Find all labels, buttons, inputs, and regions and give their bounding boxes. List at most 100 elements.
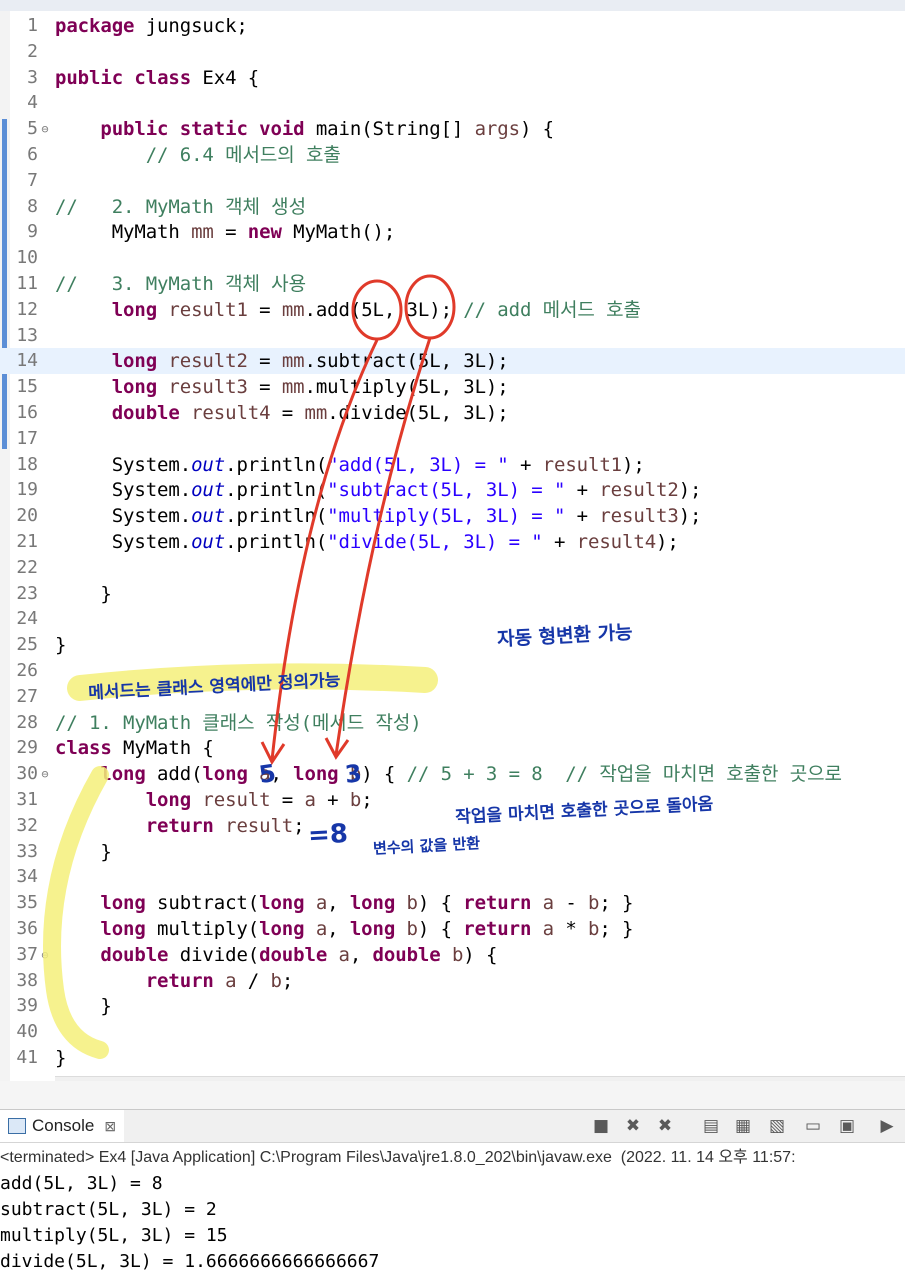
code-text: System.out.println("subtract(5L, 3L) = "…	[55, 477, 702, 503]
code-token: *	[553, 918, 589, 940]
code-line[interactable]: 11 // 3. MyMath 객체 사용	[0, 271, 905, 297]
code-line[interactable]: 36 long multiply(long a, long b) { retur…	[0, 916, 905, 942]
code-line[interactable]: 4	[0, 90, 905, 116]
line-number: 24	[16, 608, 38, 630]
code-line[interactable]: 18 System.out.println("add(5L, 3L) = " +…	[0, 452, 905, 478]
code-token: -	[553, 892, 589, 915]
close-icon[interactable]: ⊠	[104, 1118, 116, 1135]
fold-toggle-icon[interactable]: ⊖	[38, 761, 52, 787]
code-line[interactable]: 30 ⊖ long add(long a, long b) { // 5 + 3 …	[0, 761, 905, 787]
code-line[interactable]: 7	[0, 168, 905, 194]
word-wrap-icon[interactable]: ▧	[766, 1116, 788, 1136]
code-token: +	[508, 453, 543, 476]
line-number: 32	[16, 814, 38, 836]
code-line[interactable]: 16 double result4 = mm.divide(5L, 3L);	[0, 400, 905, 426]
code-line[interactable]: 8 // 2. MyMath 객체 생성	[0, 194, 905, 220]
code-line[interactable]: 37 ⊖ double divide(double a, double b) {	[0, 942, 905, 968]
line-number: 20	[16, 505, 38, 527]
code-text: public static void main(String[] args) {	[55, 116, 554, 142]
code-line[interactable]: 28 // 1. MyMath 클래스 작성(메서드 작성)	[0, 710, 905, 736]
annotation-eq8: =8	[307, 818, 349, 852]
code-text: }	[55, 581, 111, 607]
remove-launch-icon[interactable]: ✖	[622, 1116, 644, 1136]
code-token: return	[145, 814, 214, 837]
code-token: =	[247, 298, 282, 321]
show-on-error-icon[interactable]: ▣	[836, 1116, 858, 1136]
code-token: mm	[304, 402, 328, 424]
line-number: 1	[27, 15, 38, 36]
code-token: ,	[327, 892, 350, 915]
code-line[interactable]: 1 package jungsuck;	[0, 13, 905, 39]
code-line[interactable]: 5 ⊖ public static void main(String[] args…	[0, 116, 905, 142]
remove-all-icon[interactable]: ✖	[654, 1116, 676, 1136]
code-token: new	[247, 221, 282, 244]
code-line[interactable]: 17	[0, 426, 905, 452]
line-number: 21	[16, 531, 38, 552]
scroll-lock-icon[interactable]: ▦	[732, 1116, 754, 1136]
code-line[interactable]: 29 class MyMath {	[0, 735, 905, 761]
code-line[interactable]: 10	[0, 245, 905, 271]
code-token: b	[406, 918, 418, 940]
code-line[interactable]: 22	[0, 555, 905, 581]
code-line[interactable]: 41}	[0, 1045, 905, 1071]
code-token: +	[565, 479, 600, 502]
code-line[interactable]: 19 System.out.println("subtract(5L, 3L) …	[0, 477, 905, 503]
code-token: +	[542, 531, 577, 553]
annotation-num3: 3	[343, 759, 364, 789]
code-line[interactable]: 3 public class Ex4 {	[0, 65, 905, 91]
code-token: a	[315, 892, 328, 915]
code-line[interactable]: 13	[0, 323, 905, 349]
code-line[interactable]: 31 long result = a + b;	[0, 787, 905, 813]
code-text: long result2 = mm.subtract(5L, 3L);	[55, 348, 509, 374]
line-number: 40	[16, 1021, 38, 1043]
code-token: long	[349, 918, 396, 940]
code-token: }	[55, 634, 67, 657]
code-token: "add(5L, 3L) = "	[327, 453, 509, 476]
code-line[interactable]: 23 }	[0, 581, 905, 607]
code-line[interactable]: 12 long result1 = mm.add(5L, 3L); // add…	[0, 297, 905, 323]
code-line[interactable]: 20 System.out.println("multiply(5L, 3L) …	[0, 503, 905, 529]
open-console-icon[interactable]: ▶	[876, 1116, 898, 1136]
code-line[interactable]: 9 MyMath mm = new MyMath();	[0, 219, 905, 245]
code-token: ,	[349, 943, 373, 966]
line-number: 9	[27, 221, 38, 243]
console-tab[interactable]: Console ⊠	[0, 1110, 125, 1142]
show-on-output-icon[interactable]: ▭	[802, 1116, 824, 1136]
code-line[interactable]: 40	[0, 1019, 905, 1045]
fold-toggle-icon[interactable]: ⊖	[38, 942, 52, 968]
code-token: }	[55, 1047, 67, 1069]
code-token: out	[191, 531, 226, 553]
code-token: // 6.4 메서드의 호출	[145, 144, 341, 166]
code-token: MyMath {	[111, 737, 214, 760]
code-line[interactable]: 35 long subtract(long a, long b) { retur…	[0, 890, 905, 916]
code-line[interactable]: 38 return a / b;	[0, 968, 905, 994]
code-line[interactable]: 15 long result3 = mm.multiply(5L, 3L);	[0, 374, 905, 400]
code-line[interactable]: 2	[0, 39, 905, 65]
line-number: 3	[27, 66, 38, 88]
code-text: }	[55, 993, 111, 1019]
code-line[interactable]: 14 long result2 = mm.subtract(5L, 3L);	[0, 348, 905, 375]
code-line[interactable]: 25}	[0, 632, 905, 658]
line-number: 6	[27, 144, 38, 165]
code-token: System.	[55, 479, 192, 502]
code-editor[interactable]: 1 package jungsuck; 2 3 public class Ex4 {4 5…	[0, 11, 905, 1081]
fold-toggle-icon[interactable]: ⊖	[38, 116, 52, 142]
stop-icon[interactable]: ■	[590, 1116, 612, 1136]
code-line[interactable]: 24	[0, 606, 905, 632]
code-line[interactable]: 39 }	[0, 993, 905, 1019]
code-token: ) {	[519, 118, 554, 141]
code-line[interactable]: 6 // 6.4 메서드의 호출	[0, 142, 905, 168]
code-token: long	[100, 763, 146, 786]
code-line[interactable]: 21 System.out.println("divide(5L, 3L) = …	[0, 529, 905, 555]
code-text: long multiply(long a, long b) { return a…	[55, 916, 633, 942]
clear-console-icon[interactable]: ▤	[700, 1116, 722, 1136]
code-line[interactable]: 34	[0, 864, 905, 890]
code-token: a	[338, 943, 350, 966]
code-token: result	[202, 789, 271, 811]
